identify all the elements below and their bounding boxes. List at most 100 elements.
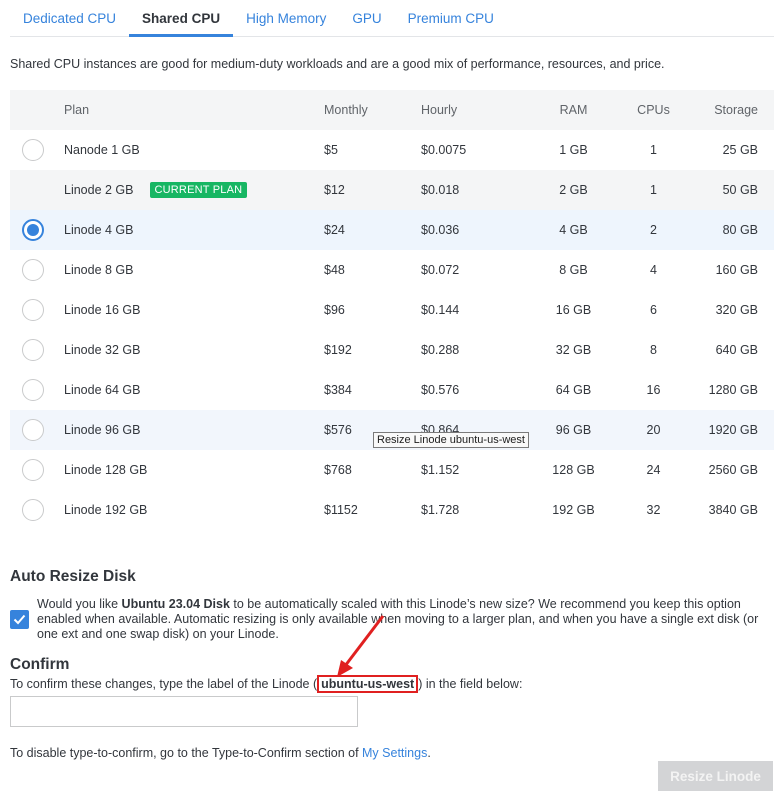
- plan-monthly: $1152: [324, 503, 358, 517]
- header-monthly: Monthly: [324, 90, 421, 130]
- type-to-confirm-note: To disable type-to-confirm, go to the Ty…: [10, 746, 431, 760]
- tab-premium-cpu[interactable]: Premium CPU: [395, 0, 507, 36]
- table-row-selected[interactable]: Linode 4 GB $24 $0.036 4 GB 2 80 GB: [10, 210, 774, 250]
- plan-radio-selected[interactable]: [22, 219, 44, 241]
- table-row[interactable]: Linode 64 GB $384 $0.576 64 GB 16 1280 G…: [10, 370, 774, 410]
- plan-radio[interactable]: [22, 139, 44, 161]
- plan-cpus: 1: [650, 143, 657, 157]
- plan-ram: 64 GB: [555, 383, 592, 397]
- plan-hourly: $0.576: [421, 383, 460, 397]
- plan-name: Linode 4 GB: [64, 223, 134, 237]
- plan-radio[interactable]: [22, 339, 44, 361]
- plan-cpus: 8: [650, 343, 657, 357]
- plan-storage: 160 GB: [715, 263, 758, 277]
- table-row[interactable]: Linode 192 GB $1152 $1.728 192 GB 32 384…: [10, 490, 774, 530]
- confirm-label-input[interactable]: [10, 696, 358, 727]
- plan-storage: 50 GB: [722, 183, 758, 197]
- plan-cpus: 4: [650, 263, 657, 277]
- table-row[interactable]: Linode 16 GB $96 $0.144 16 GB 6 320 GB: [10, 290, 774, 330]
- plan-hourly: $0.0075: [421, 143, 467, 157]
- plan-name: Linode 2 GB: [64, 183, 134, 197]
- plan-ram: 2 GB: [559, 183, 588, 197]
- plan-radio[interactable]: [22, 259, 44, 281]
- plan-monthly: $5: [324, 143, 338, 157]
- current-plan-badge: CURRENT PLAN: [149, 182, 248, 198]
- disk-name: Ubuntu 23.04 Disk: [121, 597, 230, 611]
- plan-name: Nanode 1 GB: [64, 143, 140, 157]
- plan-hourly: $1.728: [421, 503, 460, 517]
- plan-ram: 128 GB: [552, 463, 595, 477]
- plan-name: Linode 128 GB: [64, 463, 148, 477]
- table-row[interactable]: Linode 32 GB $192 $0.288 32 GB 8 640 GB: [10, 330, 774, 370]
- plan-storage: 640 GB: [715, 343, 758, 357]
- header-plan: Plan: [54, 90, 324, 130]
- check-icon: [13, 614, 26, 625]
- plan-cpus: 32: [646, 503, 661, 517]
- header-hourly: Hourly: [421, 90, 531, 130]
- header-select: [10, 90, 54, 130]
- plan-monthly: $768: [324, 463, 352, 477]
- plan-name: Linode 64 GB: [64, 383, 141, 397]
- plan-monthly: $24: [324, 223, 345, 237]
- plan-radio[interactable]: [22, 299, 44, 321]
- plan-storage: 2560 GB: [708, 463, 758, 477]
- plan-storage: 25 GB: [722, 143, 758, 157]
- plan-hourly: $0.288: [421, 343, 460, 357]
- plan-cpus: 24: [646, 463, 661, 477]
- tab-high-memory[interactable]: High Memory: [233, 0, 339, 36]
- plan-name: Linode 192 GB: [64, 503, 148, 517]
- confirm-heading: Confirm: [10, 656, 70, 673]
- table-header-row: Plan Monthly Hourly RAM CPUs Storage: [10, 90, 774, 130]
- plan-radio[interactable]: [22, 499, 44, 521]
- plan-hourly: $0.144: [421, 303, 460, 317]
- table-row[interactable]: Nanode 1 GB $5 $0.0075 1 GB 1 25 GB: [10, 130, 774, 170]
- plan-monthly: $384: [324, 383, 352, 397]
- tab-shared-cpu[interactable]: Shared CPU: [129, 0, 234, 37]
- header-ram: RAM: [531, 90, 616, 130]
- plan-storage: 3840 GB: [708, 503, 758, 517]
- resize-linode-button[interactable]: Resize Linode: [658, 761, 773, 791]
- plan-radio[interactable]: [22, 419, 44, 441]
- plan-ram: 96 GB: [555, 423, 592, 437]
- tab-dedicated-cpu[interactable]: Dedicated CPU: [10, 0, 129, 36]
- plan-name: Linode 96 GB: [64, 423, 141, 437]
- plan-storage: 1280 GB: [708, 383, 758, 397]
- plan-cpus: 1: [650, 183, 657, 197]
- plan-ram: 1 GB: [559, 143, 588, 157]
- plan-description: Shared CPU instances are good for medium…: [10, 57, 665, 71]
- my-settings-link[interactable]: My Settings: [362, 746, 427, 760]
- plan-hourly: $0.072: [421, 263, 460, 277]
- plan-hourly: $0.036: [421, 223, 460, 237]
- plan-ram: 4 GB: [559, 223, 588, 237]
- plan-cpus: 2: [650, 223, 657, 237]
- linode-label-highlight: ubuntu-us-west: [317, 675, 419, 693]
- plan-storage: 320 GB: [715, 303, 758, 317]
- plan-hourly: $0.018: [421, 183, 460, 197]
- plan-ram: 8 GB: [559, 263, 588, 277]
- plan-radio[interactable]: [22, 379, 44, 401]
- confirm-instructions: To confirm these changes, type the label…: [10, 675, 523, 693]
- table-row[interactable]: Linode 128 GB $768 $1.152 128 GB 24 2560…: [10, 450, 774, 490]
- plan-monthly: $192: [324, 343, 352, 357]
- plan-hourly: $1.152: [421, 463, 460, 477]
- resize-tooltip: Resize Linode ubuntu-us-west: [373, 432, 529, 448]
- plan-monthly: $12: [324, 183, 345, 197]
- auto-resize-checkbox[interactable]: [10, 610, 29, 629]
- plan-name: Linode 16 GB: [64, 303, 141, 317]
- auto-resize-heading: Auto Resize Disk: [10, 568, 136, 585]
- plans-table: Plan Monthly Hourly RAM CPUs Storage Nan…: [10, 90, 774, 530]
- plan-storage: 80 GB: [722, 223, 758, 237]
- tab-gpu[interactable]: GPU: [339, 0, 394, 36]
- plan-ram: 16 GB: [555, 303, 592, 317]
- auto-resize-description: Would you like Ubuntu 23.04 Disk to be a…: [37, 597, 759, 641]
- plan-ram: 32 GB: [555, 343, 592, 357]
- plan-ram: 192 GB: [552, 503, 595, 517]
- plan-monthly: $96: [324, 303, 345, 317]
- plan-cpus: 6: [650, 303, 657, 317]
- plan-type-tabs: Dedicated CPU Shared CPU High Memory GPU…: [10, 0, 774, 37]
- table-row[interactable]: Linode 8 GB $48 $0.072 8 GB 4 160 GB: [10, 250, 774, 290]
- plan-radio[interactable]: [22, 459, 44, 481]
- plan-name: Linode 32 GB: [64, 343, 141, 357]
- plan-monthly: $48: [324, 263, 345, 277]
- header-storage: Storage: [691, 90, 774, 130]
